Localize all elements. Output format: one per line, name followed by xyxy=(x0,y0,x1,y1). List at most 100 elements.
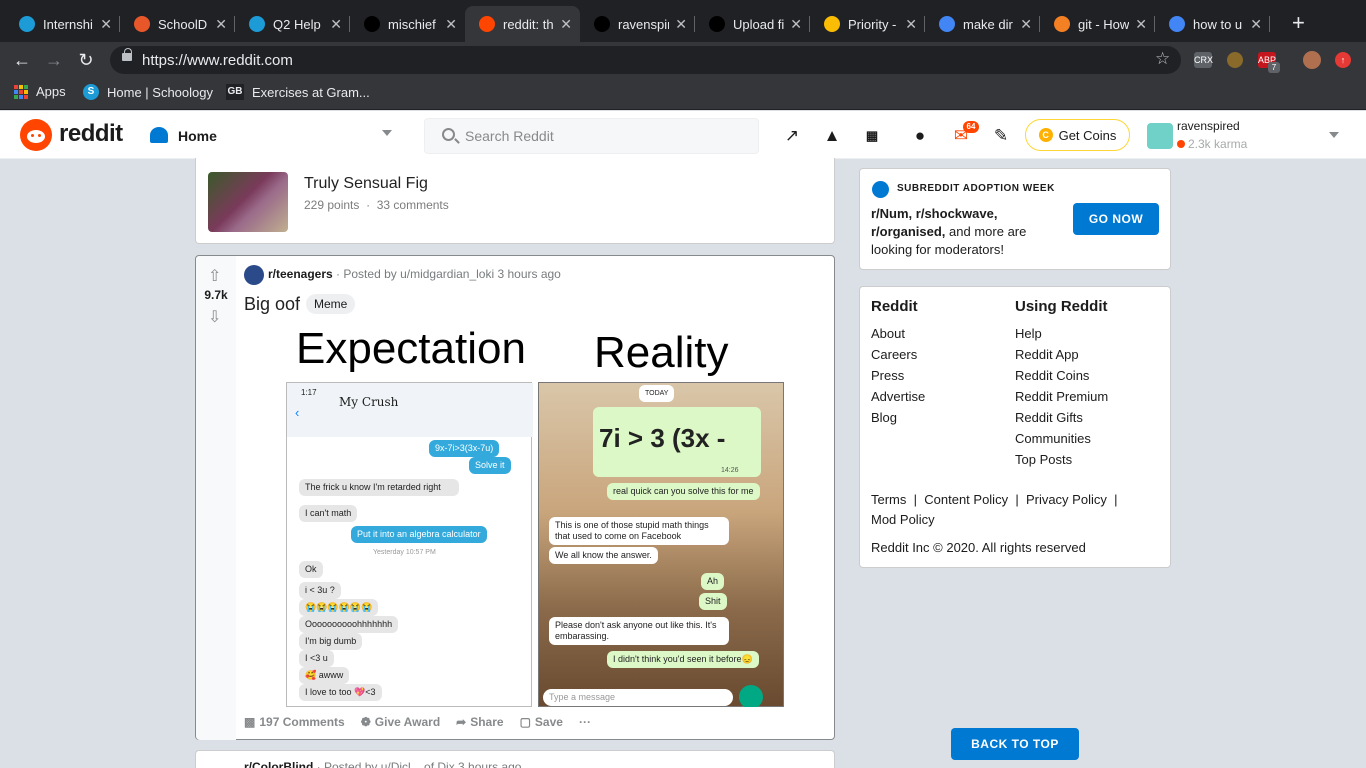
reddit-wordmark[interactable]: reddit xyxy=(59,120,123,148)
posted-by[interactable]: · Posted by u/midgardian_loki 3 hours ag… xyxy=(336,267,561,281)
create-post-pencil-icon[interactable]: ✎ xyxy=(991,126,1011,146)
close-tab-icon[interactable]: ✕ xyxy=(790,16,802,33)
subreddit-link[interactable]: r/ColorBlind xyxy=(244,760,313,768)
save-button[interactable]: ▢ Save xyxy=(520,715,563,729)
crx-extension-icon[interactable]: CRX xyxy=(1194,52,1213,68)
user-avatar[interactable] xyxy=(1147,123,1173,149)
chat-bubble: Put it into an algebra calculator xyxy=(351,526,487,543)
tab-title: mischief xyxy=(388,16,436,32)
go-now-button[interactable]: GO NOW xyxy=(1073,203,1159,235)
content-policy-link[interactable]: Content Policy xyxy=(924,492,1008,507)
browser-tab[interactable]: make dir ✕ xyxy=(925,6,1040,42)
reload-button[interactable]: ↻ xyxy=(73,48,99,72)
new-tab-button[interactable]: + xyxy=(1292,12,1305,34)
post-title[interactable]: Big oof xyxy=(244,294,300,315)
owl-extension-icon[interactable] xyxy=(1227,52,1243,68)
bookmark-schoology[interactable]: S Home | Schoology xyxy=(83,84,213,100)
footer-link-careers[interactable]: Careers xyxy=(871,347,925,362)
comments-button[interactable]: ▩ 197 Comments xyxy=(244,715,345,729)
browser-tab[interactable]: reddit: th ✕ xyxy=(465,6,580,42)
posted-by[interactable]: · Posted by u/Dicl... of Dix 3 hours ago xyxy=(317,760,522,768)
bookmark-apps[interactable]: Apps xyxy=(14,84,66,99)
share-button[interactable]: ➦ Share xyxy=(456,715,503,729)
subreddit-link[interactable]: r/teenagers xyxy=(268,267,333,281)
close-tab-icon[interactable]: ✕ xyxy=(445,16,457,33)
tab-title: git - How xyxy=(1078,16,1130,32)
bookmark-star-icon[interactable]: ☆ xyxy=(1155,49,1170,69)
chat-timestamp: 14:26 xyxy=(721,467,739,474)
browser-tab[interactable]: mischief ✕ xyxy=(350,6,465,42)
close-tab-icon[interactable]: ✕ xyxy=(675,16,687,33)
post-thumbnail[interactable] xyxy=(208,172,288,232)
post-card-prev[interactable] xyxy=(195,158,835,244)
chat-bubble: i < 3u ? xyxy=(299,582,341,599)
footer-link-top-posts[interactable]: Top Posts xyxy=(1015,452,1108,467)
feed-selector[interactable]: Home xyxy=(178,128,217,144)
upvote-arrow-icon[interactable]: ⇧ xyxy=(208,266,221,286)
bookmark-grammar[interactable]: GB Exercises at Gram... xyxy=(226,84,370,100)
comments-label: 197 Comments xyxy=(259,715,345,729)
popular-trending-icon[interactable]: ↗ xyxy=(782,126,802,146)
close-tab-icon[interactable]: ✕ xyxy=(1020,16,1032,33)
url-text[interactable]: https://www.reddit.com xyxy=(142,52,293,69)
username[interactable]: ravenspired xyxy=(1177,119,1240,133)
footer-link-gifts[interactable]: Reddit Gifts xyxy=(1015,410,1108,425)
mod-policy-link[interactable]: Mod Policy xyxy=(871,512,935,527)
all-stats-icon[interactable]: ▲ xyxy=(822,126,842,146)
get-coins-button[interactable]: C Get Coins xyxy=(1025,119,1130,151)
footer-link-coins[interactable]: Reddit Coins xyxy=(1015,368,1108,383)
post-title[interactable]: Truly Sensual Fig xyxy=(304,175,428,193)
subreddit-icon[interactable] xyxy=(244,265,264,285)
forward-button[interactable]: → xyxy=(41,48,67,72)
browser-tab[interactable]: Internshi ✕ xyxy=(5,6,120,42)
browser-tab[interactable]: git - How ✕ xyxy=(1040,6,1155,42)
browser-tab[interactable]: Q2 Help ✕ xyxy=(235,6,350,42)
close-tab-icon[interactable]: ✕ xyxy=(1250,16,1262,33)
footer-link-about[interactable]: About xyxy=(871,326,925,341)
share-label: Share xyxy=(470,715,504,729)
footer-link-press[interactable]: Press xyxy=(871,368,925,383)
close-tab-icon[interactable]: ✕ xyxy=(330,16,342,33)
drive-icon xyxy=(824,16,840,32)
post-flair[interactable]: Meme xyxy=(306,294,356,314)
footer-link-premium[interactable]: Reddit Premium xyxy=(1015,389,1108,404)
post-comments-link[interactable]: 33 comments xyxy=(377,198,449,212)
update-icon[interactable]: ↑ xyxy=(1335,52,1351,68)
more-options-button[interactable]: ··· xyxy=(579,715,591,729)
footer-link-app[interactable]: Reddit App xyxy=(1015,347,1108,362)
profile-avatar-icon[interactable] xyxy=(1303,51,1321,69)
browser-tab[interactable]: Priority - ✕ xyxy=(810,6,925,42)
reddit-logo-icon[interactable] xyxy=(20,119,52,151)
downvote-arrow-icon[interactable]: ⇩ xyxy=(208,307,221,327)
browser-tab[interactable]: ravenspir ✕ xyxy=(580,6,695,42)
chat-bubble: I didn't think you'd seen it before😞 xyxy=(607,651,759,668)
footer-link-communities[interactable]: Communities xyxy=(1015,431,1108,446)
back-to-top-button[interactable]: BACK TO TOP xyxy=(951,728,1079,760)
terms-link[interactable]: Terms xyxy=(871,492,906,507)
footer-link-blog[interactable]: Blog xyxy=(871,410,925,425)
reddit-links-list: About Careers Press Advertise Blog xyxy=(871,326,925,425)
post-image[interactable]: Expectation Reality 1:17 ‹ My Crush 9x-7… xyxy=(286,322,784,707)
reddit-live-icon[interactable]: ▦ xyxy=(862,126,882,146)
browser-tab[interactable]: Upload fi ✕ xyxy=(695,6,810,42)
footer-link-advertise[interactable]: Advertise xyxy=(871,389,925,404)
user-menu-chevron-icon[interactable] xyxy=(1329,132,1339,138)
give-award-button[interactable]: ❁ Give Award xyxy=(361,715,440,729)
close-tab-icon[interactable]: ✕ xyxy=(1135,16,1147,33)
close-tab-icon[interactable]: ✕ xyxy=(560,16,572,33)
chat-icon[interactable]: ● xyxy=(910,126,930,146)
close-tab-icon[interactable]: ✕ xyxy=(905,16,917,33)
chevron-down-icon[interactable] xyxy=(382,130,392,136)
chat-bubble: Solve it xyxy=(469,457,511,474)
lock-icon xyxy=(122,48,132,61)
chat-header xyxy=(287,383,533,437)
github-icon xyxy=(594,16,610,32)
close-tab-icon[interactable]: ✕ xyxy=(100,16,112,33)
back-button[interactable]: ← xyxy=(9,48,35,72)
close-tab-icon[interactable]: ✕ xyxy=(215,16,227,33)
browser-tab[interactable]: SchoolD ✕ xyxy=(120,6,235,42)
privacy-policy-link[interactable]: Privacy Policy xyxy=(1026,492,1107,507)
footer-link-help[interactable]: Help xyxy=(1015,326,1108,341)
tab-title: reddit: th xyxy=(503,16,554,32)
browser-tab[interactable]: how to u ✕ xyxy=(1155,6,1270,42)
